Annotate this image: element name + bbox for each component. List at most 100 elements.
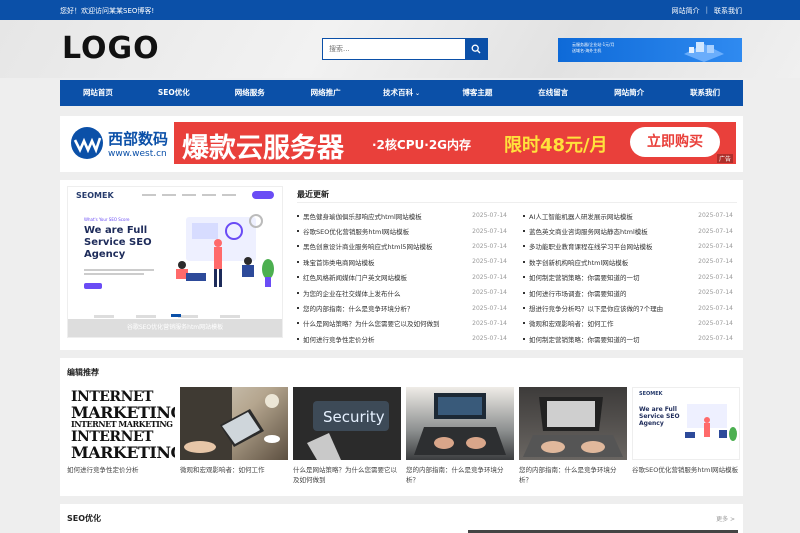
card-caption: 谷歌SEO优化营销服务html网站模板 <box>632 466 739 474</box>
list-item[interactable]: 如何制定营销策略：你需要知道的一切 2025-07-14 <box>523 331 733 346</box>
card-template-logo: SEOMEK <box>639 391 663 397</box>
main-nav: 网站首页 SEO优化 网络服务 网络推广 技术百科 ⌄ 博客主题 在线留言 网站简… <box>60 80 743 106</box>
top-link-contact[interactable]: 联系我们 <box>714 6 742 16</box>
recommend-card[interactable]: 您的内部指南：什么是竞争环境分析？ <box>519 387 627 485</box>
recommend-card[interactable]: 微观和宏观影响者：如何工作 <box>180 387 288 485</box>
editor-recommend-section: 编辑推荐 INTERNET MARKETING INTERNET MARKETI… <box>60 358 743 496</box>
slide-indicator[interactable] <box>171 314 181 317</box>
seo-section: SEO优化 更多 > <box>60 504 743 533</box>
keyboard-hands-illustration-icon <box>414 393 506 455</box>
card-caption: 您的内部指南：什么是竞争环境分析？ <box>406 466 504 484</box>
recommend-card[interactable]: SEOMEK We are Full Service SEO Agency 谷歌… <box>632 387 740 485</box>
header-banner-ad[interactable]: 云服务器/企业站·1元/月 送域名·海外主机 <box>558 38 742 62</box>
list-item[interactable]: 如何进行市场调查：你需要知道的 2025-07-14 <box>523 285 733 300</box>
recommend-section-title: 编辑推荐 <box>67 368 99 377</box>
search-icon <box>471 44 481 54</box>
list-item[interactable]: 红色风格新闻媒体门户英文网站模板 2025-07-14 <box>297 270 507 285</box>
nav-item-tech-label: 技术百科 <box>382 88 413 97</box>
slide-headline: We are Full Service SEO Agency <box>84 225 152 260</box>
search-input[interactable] <box>323 39 465 59</box>
featured-slide[interactable]: SEOMEK What's Your SEO Score We are Full… <box>67 186 283 338</box>
people-illustration-icon <box>176 214 274 287</box>
list-item[interactable]: 珠宝首饰类电商网站模板 2025-07-14 <box>297 254 507 269</box>
list-item[interactable]: 多功能职业教育课程在线学习平台网站模板 2025-07-14 <box>523 239 733 254</box>
nav-item-message[interactable]: 在线留言 <box>515 80 591 106</box>
nav-item-promotion[interactable]: 网络推广 <box>288 80 364 106</box>
nav-item-contact[interactable]: 联系我们 <box>667 80 743 106</box>
slide-caption: 谷歌SEO优化营销服务htm网站模板 <box>68 319 282 337</box>
top-bar: 您好！欢迎访问某某SEO博客! 网站简介 | 联系我们 <box>0 0 800 20</box>
nav-item-tech[interactable]: 技术百科 ⌄ <box>364 80 440 106</box>
nav-item-intro[interactable]: 网站简介 <box>591 80 667 106</box>
nav-item-services[interactable]: 网络服务 <box>212 80 288 106</box>
search-box <box>322 38 488 60</box>
ad-tag: 广告 <box>716 154 733 163</box>
ad-buy-button[interactable]: 立即购买 <box>630 127 720 157</box>
template-people-illustration-icon <box>685 404 737 441</box>
security-screen-illustration-icon: Security <box>307 401 389 460</box>
svg-text:Security: Security <box>323 408 385 426</box>
slide-menu <box>142 194 236 196</box>
list-item[interactable]: 谷歌SEO优化营销服务html网站模板 2025-07-14 <box>297 223 507 238</box>
ad-spec: ·2核CPU·2G内存 <box>372 138 472 152</box>
welcome-text: 您好！欢迎访问某某SEO博客! <box>60 7 155 15</box>
slide-cta <box>84 283 102 289</box>
nav-item-themes[interactable]: 博客主题 <box>439 80 515 106</box>
list-item[interactable]: 如何进行竞争性定价分析 2025-07-14 <box>297 331 507 346</box>
nav-item-seo[interactable]: SEO优化 <box>136 80 212 106</box>
seo-section-title: SEO优化 <box>67 514 102 523</box>
recommend-card[interactable]: INTERNET MARKETING INTERNET MARKETING IN… <box>67 387 175 485</box>
section-divider <box>297 202 737 203</box>
recommend-cards: INTERNET MARKETING INTERNET MARKETING IN… <box>67 387 740 485</box>
slide-kicker: What's Your SEO Score <box>84 217 130 222</box>
list-item[interactable]: 如何制定营销策略：你需要知道的一切 2025-07-14 <box>523 270 733 285</box>
latest-section-title: 最近更新 <box>297 190 329 199</box>
list-item[interactable]: 数字创新机构响应式html网站模板 2025-07-14 <box>523 254 733 269</box>
list-item[interactable]: 微观和宏观影响者：如何工作 2025-07-14 <box>523 316 733 331</box>
list-item[interactable]: 为您的企业在社交媒体上发布什么 2025-07-14 <box>297 285 507 300</box>
more-link[interactable]: 更多 > <box>716 514 735 523</box>
slide-site-header: SEOMEK <box>68 187 282 203</box>
card-caption: 您的内部指南：什么是竞争环境分析？ <box>519 466 617 484</box>
header-banner-line-2: 送域名·海外主机 <box>572 48 602 53</box>
west-logo-icon <box>71 127 103 159</box>
latest-list-right: AI人工智能机器人研发展示网站模板 2025-07-14 蓝色英文商业咨询服务网站… <box>523 208 733 347</box>
card-image-internet-marketing: INTERNET MARKETING INTERNET MARKETING IN… <box>67 387 175 460</box>
ad-price: 限时48元/月 <box>504 135 608 156</box>
card-image-seo-template: SEOMEK We are Full Service SEO Agency <box>632 387 740 460</box>
ad-brand-name: 西部数码 <box>108 129 169 148</box>
list-item[interactable]: 什么是网站策略？为什么您需要它以及如何做到 2025-07-14 <box>297 316 507 331</box>
ad-banner[interactable]: 西部数码 www.west.cn 爆款云服务器 ·2核CPU·2G内存 限时48… <box>60 116 743 172</box>
top-links: 网站简介 | 联系我们 <box>672 6 742 16</box>
card-caption: 微观和宏观影响者：如何工作 <box>180 466 265 474</box>
ad-brand: 西部数码 www.west.cn <box>70 126 168 160</box>
list-item[interactable]: 想进行竞争分析吗？以下是你应该做的7个理由 2025-07-14 <box>523 300 733 315</box>
chevron-down-icon: ⌄ <box>414 90 421 97</box>
card-image-typing <box>406 387 514 460</box>
list-item[interactable]: AI人工智能机器人研发展示网站模板 2025-07-14 <box>523 208 733 223</box>
ad-promo-panel: 爆款云服务器 ·2核CPU·2G内存 限时48元/月 立即购买 广告 <box>174 122 736 164</box>
slide-partner-logos <box>94 315 240 318</box>
card-caption: 如何进行竞争性定价分析 <box>67 466 139 474</box>
top-link-about[interactable]: 网站简介 <box>672 6 700 16</box>
card-image-laptop-hands <box>519 387 627 460</box>
top-link-separator: | <box>705 6 708 14</box>
search-button[interactable] <box>465 39 487 59</box>
recommend-card[interactable]: 您的内部指南：什么是竞争环境分析？ <box>406 387 514 485</box>
list-item[interactable]: 黑色创意设计商业服务响应式html5网站模板 2025-07-14 <box>297 239 507 254</box>
slide-menu-button <box>252 191 274 199</box>
nav-item-home[interactable]: 网站首页 <box>60 80 136 106</box>
slide-logo: SEOMEK <box>76 191 114 200</box>
server-illustration-icon <box>684 42 724 62</box>
site-logo[interactable]: LOGO <box>62 31 160 66</box>
list-item[interactable]: 黑色健身瑜伽俱乐部响应式html网站模板 2025-07-14 <box>297 208 507 223</box>
laptop-desk-illustration-icon <box>180 387 280 460</box>
slide-text-lines <box>84 269 154 277</box>
card-image-security: Security <box>293 387 401 460</box>
list-item[interactable]: 蓝色英文商业咨询服务网站静态html模板 2025-07-14 <box>523 223 733 238</box>
list-item[interactable]: 您的内部指南：什么是竞争环境分析？ 2025-07-14 <box>297 300 507 315</box>
latest-list-left: 黑色健身瑜伽俱乐部响应式html网站模板 2025-07-14 谷歌SEO优化营销… <box>297 208 507 347</box>
ad-brand-site: www.west.cn <box>108 148 167 159</box>
laptop-hands-illustration-icon <box>523 397 623 457</box>
recommend-card[interactable]: Security 什么是网站策略？为什么您需要它以及如何做到 <box>293 387 401 485</box>
